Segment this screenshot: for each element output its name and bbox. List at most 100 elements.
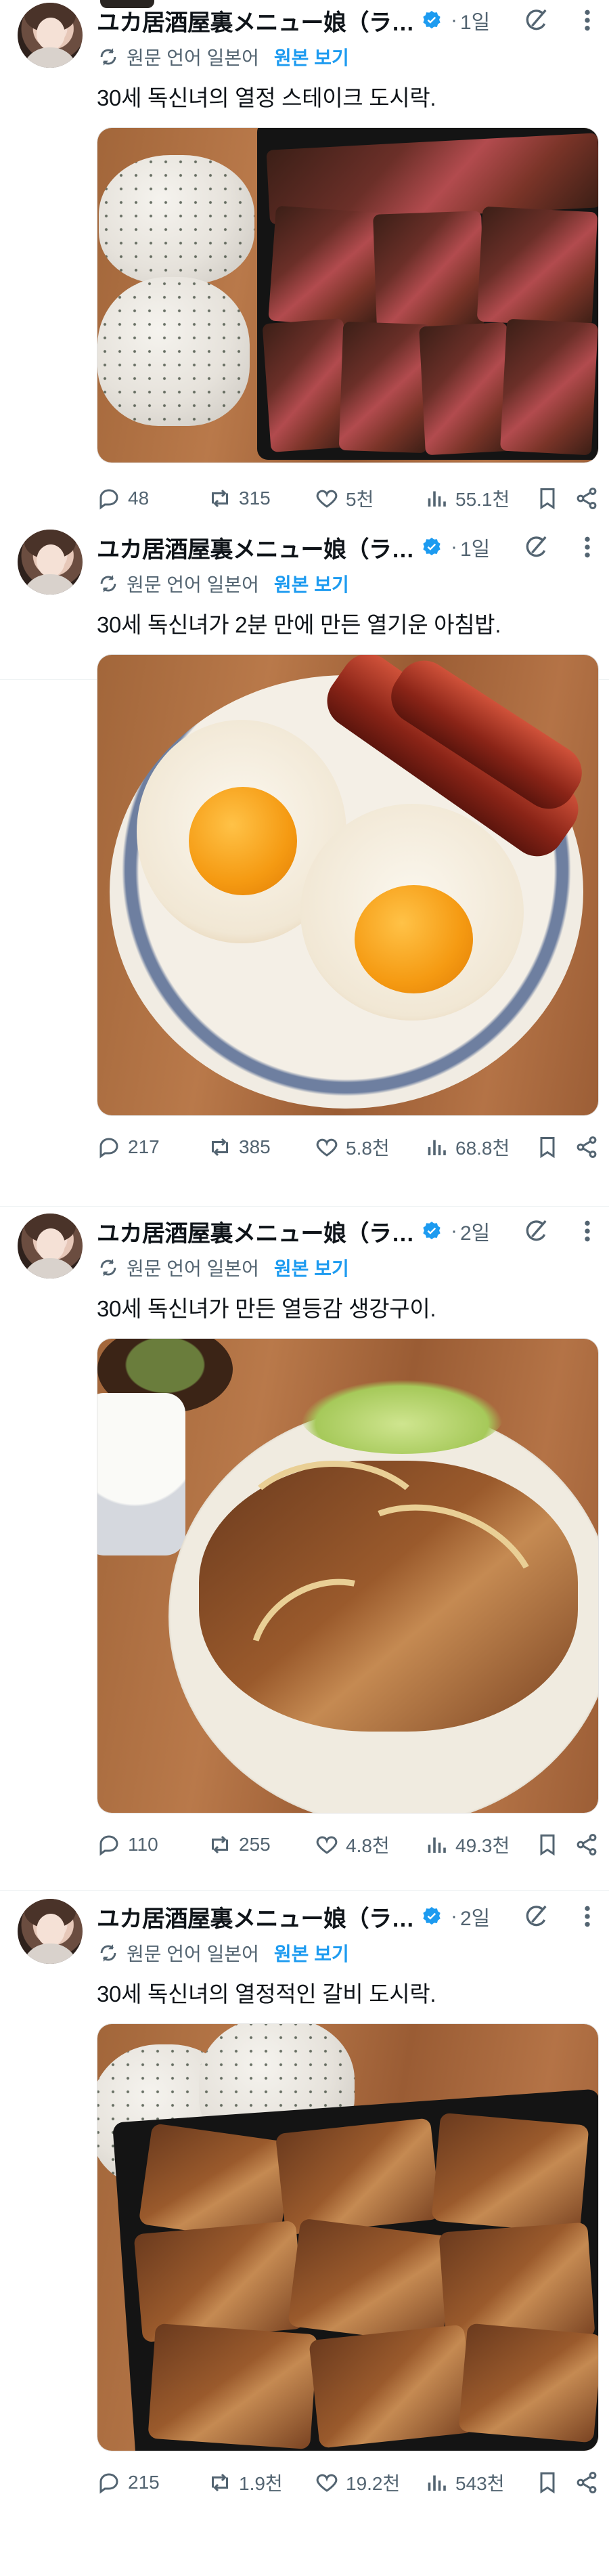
author-name[interactable]: ユカ居酒屋裏メニュー娘（ラ…: [97, 1215, 415, 1248]
like-button[interactable]: 19.2천: [315, 2468, 400, 2497]
retweet-icon: [212, 2473, 228, 2492]
bookmark-button[interactable]: [535, 1132, 560, 1162]
verified-badge-icon: [423, 11, 441, 29]
reply-icon: [99, 489, 118, 510]
bookmark-button[interactable]: [535, 484, 560, 513]
tweet-header: ユカ居酒屋裏メニュー娘（ラ… · 1일: [97, 0, 597, 41]
views-button[interactable]: 68.8천: [424, 1132, 510, 1162]
translation-info: 원문 언어 일본어 원본 보기: [97, 569, 349, 599]
timestamp[interactable]: 2일: [460, 1902, 490, 1931]
retweet-icon: [212, 1835, 228, 1854]
retweet-count: 255: [239, 1834, 271, 1855]
author-name[interactable]: ユカ居酒屋裏メニュー娘（ラ…: [97, 1900, 415, 1933]
avatar[interactable]: [18, 3, 83, 68]
bookmark-icon: [540, 1137, 555, 1159]
tweet-photo-ginger-pork-plate[interactable]: [97, 1338, 599, 1813]
show-original-link[interactable]: 원본 보기: [274, 1939, 349, 1967]
tweet-actions: 217 385 5.8천 68.8천: [97, 1132, 597, 1162]
separator: ·: [451, 1905, 457, 1927]
reply-button[interactable]: 217: [97, 1132, 160, 1162]
heart-icon: [316, 490, 338, 508]
timestamp[interactable]: 1일: [460, 532, 490, 562]
tweet-2[interactable]: ユカ居酒屋裏メニュー娘（ラ… · 1일 원문 언어 일본어 원본 보기 30세 …: [0, 527, 609, 1207]
views-button[interactable]: 543천: [424, 2468, 504, 2497]
grok-icon[interactable]: [523, 7, 550, 34]
like-count: 5.8천: [346, 1138, 390, 1159]
reply-icon: [99, 2473, 118, 2494]
retweet-icon: [212, 489, 228, 508]
tweet-actions: 48 315 5천 55.1천: [97, 484, 597, 513]
share-button[interactable]: [574, 1830, 599, 1860]
reply-button[interactable]: 110: [97, 1830, 158, 1860]
retweet-button[interactable]: 1.9천: [208, 2468, 283, 2497]
grok-icon[interactable]: [523, 534, 550, 561]
retweet-button[interactable]: 255: [208, 1830, 271, 1860]
view-count: 543천: [455, 2473, 505, 2494]
grok-icon[interactable]: [523, 1903, 550, 1930]
retweet-button[interactable]: 315: [208, 484, 271, 513]
more-options-icon[interactable]: [577, 1218, 597, 1245]
like-count: 19.2천: [346, 2473, 401, 2494]
author-name[interactable]: ユカ居酒屋裏メニュー娘（ラ…: [97, 531, 415, 564]
views-button[interactable]: 55.1천: [424, 484, 510, 513]
retweet-icon: [212, 1138, 228, 1157]
separator: ·: [451, 9, 457, 31]
reply-icon: [99, 1138, 118, 1159]
grok-icon[interactable]: [523, 1218, 550, 1245]
retweet-count: 1.9천: [239, 2473, 283, 2494]
share-button[interactable]: [574, 484, 599, 513]
translation-info: 원문 언어 일본어 원본 보기: [97, 1253, 349, 1283]
avatar[interactable]: [18, 1214, 83, 1279]
tweet-header: ユカ居酒屋裏メニュー娘（ラ… · 1일: [97, 527, 597, 567]
share-button[interactable]: [574, 1132, 599, 1162]
verified-badge-icon: [423, 1222, 441, 1240]
show-original-link[interactable]: 원본 보기: [274, 43, 349, 70]
like-count: 4.8천: [346, 1835, 390, 1856]
show-original-link[interactable]: 원본 보기: [274, 1254, 349, 1281]
like-count: 5천: [346, 489, 374, 510]
tweet-header: ユカ居酒屋裏メニュー娘（ラ… · 2일: [97, 1211, 597, 1251]
translated-from-label: 원문 언어 일본어: [127, 1944, 259, 1965]
tweet-actions: 215 1.9천 19.2천 543천: [97, 2468, 597, 2497]
translate-icon: [100, 575, 116, 593]
reply-button[interactable]: 215: [97, 2468, 160, 2497]
avatar[interactable]: [18, 1899, 83, 1964]
timestamp[interactable]: 2일: [460, 1216, 490, 1246]
reply-count: 215: [128, 2472, 160, 2493]
share-button[interactable]: [574, 2468, 599, 2497]
translate-icon: [100, 1259, 116, 1276]
reply-count: 110: [128, 1834, 158, 1855]
translate-icon: [100, 48, 116, 66]
like-button[interactable]: 5.8천: [315, 1132, 390, 1162]
tweet-photo-steak-bento[interactable]: [97, 127, 599, 463]
avatar[interactable]: [18, 530, 83, 595]
bookmark-button[interactable]: [535, 2468, 560, 2497]
share-icon: [577, 1136, 597, 1158]
view-count: 55.1천: [455, 489, 510, 510]
more-options-icon[interactable]: [577, 534, 597, 561]
tweet-photo-egg-sausage-bowl[interactable]: [97, 654, 599, 1116]
tweet-3[interactable]: ユカ居酒屋裏メニュー娘（ラ… · 2일 원문 언어 일본어 원본 보기 30세 …: [0, 1211, 609, 1891]
tweet-text: 30세 독신녀가 2분 만에 만든 열기운 아침밥.: [97, 612, 501, 637]
like-button[interactable]: 5천: [315, 484, 374, 513]
like-button[interactable]: 4.8천: [315, 1830, 390, 1860]
views-button[interactable]: 49.3천: [424, 1830, 510, 1860]
heart-icon: [316, 1836, 338, 1854]
bookmark-button[interactable]: [535, 1830, 560, 1860]
author-name[interactable]: ユカ居酒屋裏メニュー娘（ラ…: [97, 4, 415, 37]
tweet-4[interactable]: ユカ居酒屋裏メニュー娘（ラ… · 2일 원문 언어 일본어 원본 보기 30세 …: [0, 1896, 609, 2576]
share-icon: [577, 2472, 597, 2493]
bookmark-icon: [540, 488, 555, 510]
reply-button[interactable]: 48: [97, 484, 149, 513]
retweet-button[interactable]: 385: [208, 1132, 271, 1162]
separator: ·: [451, 1220, 457, 1242]
tweet-photo-galbi-bento[interactable]: [97, 2023, 599, 2451]
translated-from-label: 원문 언어 일본어: [127, 1258, 259, 1279]
views-chart-icon: [428, 2475, 446, 2491]
more-options-icon[interactable]: [577, 1903, 597, 1930]
more-options-icon[interactable]: [577, 7, 597, 34]
views-chart-icon: [428, 491, 446, 507]
retweet-count: 385: [239, 1136, 271, 1157]
timestamp[interactable]: 1일: [460, 5, 490, 35]
show-original-link[interactable]: 원본 보기: [274, 570, 349, 597]
